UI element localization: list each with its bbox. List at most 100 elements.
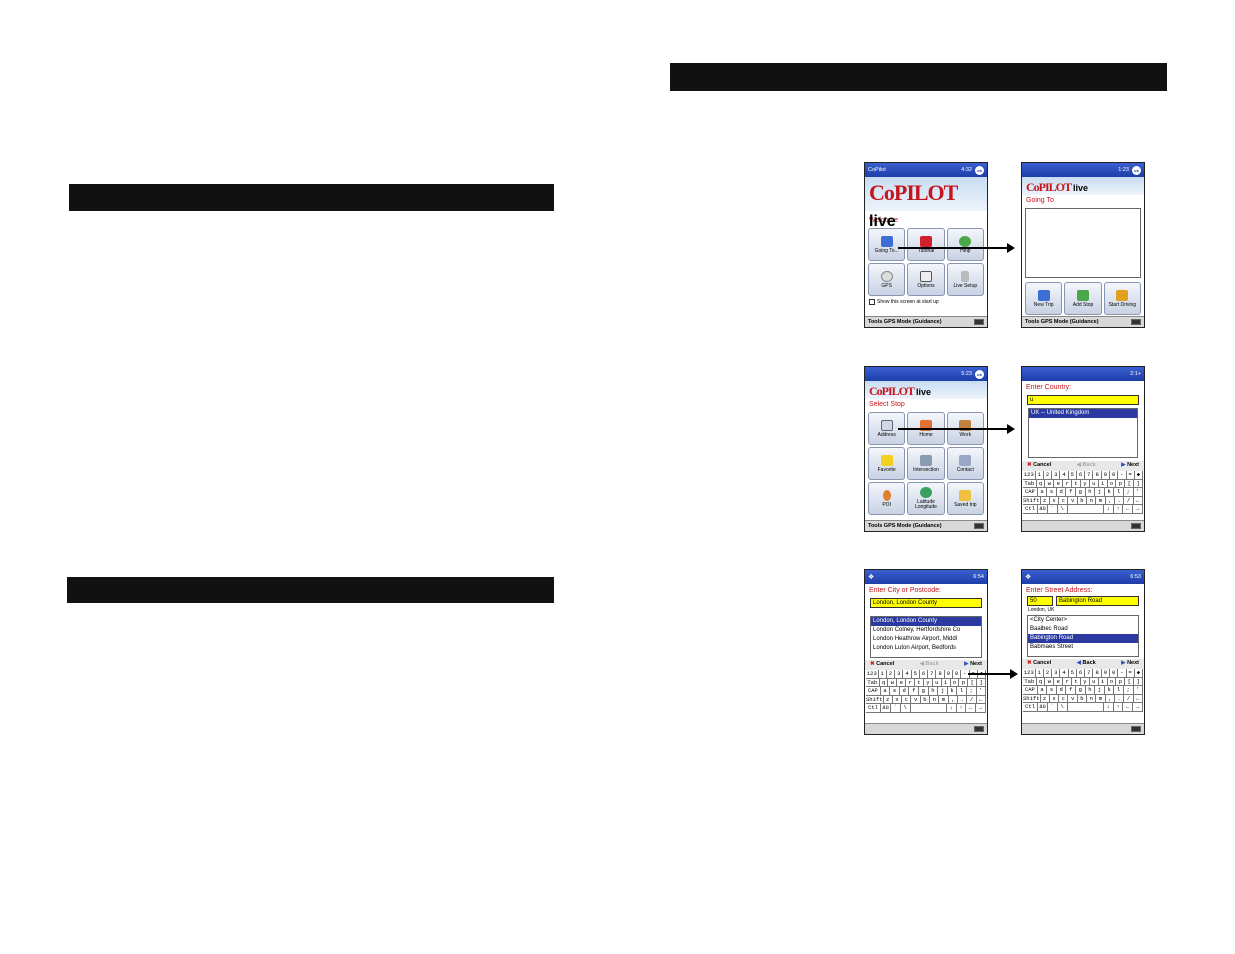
- keyboard-key[interactable]: y: [1081, 479, 1090, 487]
- keyboard-key[interactable]: o: [951, 678, 960, 686]
- ok-button[interactable]: ok: [975, 165, 984, 175]
- keyboard-key[interactable]: 2: [1044, 669, 1053, 677]
- keyboard-key[interactable]: 6: [1077, 669, 1086, 677]
- keyboard-key[interactable]: ;: [967, 687, 977, 695]
- keyboard-key[interactable]: z: [1041, 694, 1050, 702]
- keyboard-key[interactable]: Tab: [866, 678, 880, 686]
- keyboard-key[interactable]: Tab: [1023, 479, 1037, 487]
- keyboard-key[interactable]: `: [891, 704, 901, 712]
- add-stop-button[interactable]: Add Stop: [1064, 282, 1102, 315]
- keyboard-key[interactable]: j: [1095, 686, 1105, 694]
- keyboard-key[interactable]: Tab: [1023, 677, 1037, 685]
- keyboard-key[interactable]: 7: [1085, 669, 1094, 677]
- new-trip-button[interactable]: New Trip: [1025, 282, 1063, 315]
- list-item[interactable]: UK -- United Kingdom: [1029, 409, 1137, 418]
- keyboard-key[interactable]: k: [1105, 488, 1115, 496]
- keyboard-key[interactable]: y: [924, 678, 933, 686]
- keyboard-key[interactable]: n: [1087, 496, 1097, 504]
- keyboard-key[interactable]: CAP: [1023, 686, 1038, 694]
- keyboard-key[interactable]: 4: [1060, 471, 1069, 479]
- keyboard-key[interactable]: g: [1076, 488, 1086, 496]
- keyboard-key[interactable]: d: [1057, 488, 1067, 496]
- keyboard-key[interactable]: Ctl: [1023, 505, 1039, 513]
- cancel-button[interactable]: ✖ Cancel: [1027, 462, 1051, 470]
- keyboard-key[interactable]: ': [1134, 686, 1144, 694]
- keyboard-key[interactable]: r: [1063, 677, 1073, 685]
- keyboard-key[interactable]: n: [930, 695, 940, 703]
- keyboard-key[interactable]: 6: [920, 670, 929, 678]
- keyboard-key[interactable]: ,: [1106, 496, 1116, 504]
- keyboard-key[interactable]: ←: [1134, 694, 1143, 702]
- country-input[interactable]: u: [1027, 395, 1139, 405]
- keyboard-key[interactable]: b: [1078, 694, 1088, 702]
- keyboard-key[interactable]: 123: [866, 670, 879, 678]
- keyboard-key[interactable]: =: [1127, 669, 1135, 677]
- keyboard-key[interactable]: ,: [1106, 694, 1116, 702]
- country-list[interactable]: UK -- United Kingdom: [1028, 408, 1138, 458]
- keyboard-key[interactable]: i: [942, 678, 951, 686]
- keyboard-key[interactable]: ◆: [1135, 669, 1144, 677]
- keyboard-key[interactable]: áü: [881, 704, 891, 712]
- keyboard-key[interactable]: ↑: [1114, 703, 1124, 711]
- keyboard-key[interactable]: ↓: [1104, 703, 1114, 711]
- keyboard-key[interactable]: CAP: [866, 687, 881, 695]
- keyboard-key[interactable]: 8: [936, 670, 945, 678]
- keyboard-key[interactable]: v: [1068, 694, 1078, 702]
- keyboard-icon[interactable]: [1131, 726, 1141, 732]
- keyboard-key[interactable]: e: [1054, 479, 1064, 487]
- keyboard-key[interactable]: j: [938, 687, 948, 695]
- keyboard-key[interactable]: .: [958, 695, 968, 703]
- street-input[interactable]: Babington Road: [1056, 596, 1139, 606]
- cancel-button[interactable]: ✖ Cancel: [870, 661, 894, 669]
- keyboard-key[interactable]: a: [1038, 488, 1048, 496]
- keyboard-key[interactable]: c: [902, 695, 912, 703]
- keyboard-key[interactable]: /: [967, 695, 977, 703]
- keyboard-key[interactable]: ←: [1134, 496, 1143, 504]
- keyboard-key[interactable]: →: [1133, 505, 1144, 513]
- keyboard-key[interactable]: k: [1105, 686, 1115, 694]
- keyboard-key[interactable]: p: [959, 678, 969, 686]
- help-button[interactable]: Help: [946, 228, 984, 261]
- keyboard-key[interactable]: e: [897, 678, 907, 686]
- keyboard-key[interactable]: CAP: [1023, 488, 1038, 496]
- keyboard-key[interactable]: `: [1048, 505, 1058, 513]
- keyboard-key[interactable]: 9: [1102, 669, 1110, 677]
- list-item[interactable]: <City Center>: [1028, 616, 1138, 625]
- keyboard-key[interactable]: v: [911, 695, 921, 703]
- intersection-button[interactable]: Intersection: [907, 447, 945, 480]
- keyboard-key[interactable]: m: [1096, 496, 1106, 504]
- keyboard-key[interactable]: ↑: [1114, 505, 1124, 513]
- keyboard-key[interactable]: ↓: [947, 704, 957, 712]
- keyboard-key[interactable]: 0: [1110, 669, 1119, 677]
- favorite-button[interactable]: Favorite: [868, 447, 906, 480]
- list-item[interactable]: Babmaes Street: [1028, 643, 1138, 652]
- next-button[interactable]: ▶ Next: [1121, 462, 1139, 470]
- keyboard-key[interactable]: m: [939, 695, 949, 703]
- keyboard-key[interactable]: Ctl: [1023, 703, 1039, 711]
- keyboard-key[interactable]: x: [1050, 694, 1060, 702]
- keyboard-key[interactable]: q: [1037, 677, 1046, 685]
- keyboard-key[interactable]: w: [1045, 677, 1055, 685]
- keyboard-key[interactable]: 5: [1069, 669, 1077, 677]
- keyboard-key[interactable]: ;: [1124, 488, 1134, 496]
- city-input[interactable]: London, London County: [870, 598, 982, 608]
- keyboard-key[interactable]: 123: [1023, 471, 1036, 479]
- keyboard-key[interactable]: ]: [1134, 479, 1144, 487]
- keyboard-key[interactable]: ←: [966, 704, 977, 712]
- start-driving-button[interactable]: Start Driving: [1103, 282, 1141, 315]
- keyboard-key[interactable]: w: [888, 678, 898, 686]
- next-button[interactable]: ▶ Next: [964, 661, 982, 669]
- keyboard-key[interactable]: l: [1114, 686, 1124, 694]
- keyboard-key[interactable]: →: [1133, 703, 1144, 711]
- keyboard-key[interactable]: r: [1063, 479, 1073, 487]
- keyboard-key[interactable]: áü: [1038, 505, 1048, 513]
- keyboard-key[interactable]: y: [1081, 677, 1090, 685]
- keyboard-key[interactable]: h: [1086, 488, 1096, 496]
- keyboard-key[interactable]: /: [1124, 694, 1134, 702]
- keyboard-key[interactable]: w: [1045, 479, 1055, 487]
- keyboard-icon[interactable]: [974, 726, 984, 732]
- list-item[interactable]: London Colney, Hertfordshire Co: [871, 626, 981, 635]
- keyboard-key[interactable]: f: [1066, 686, 1077, 694]
- keyboard-key[interactable]: o: [1108, 677, 1117, 685]
- keyboard-key[interactable]: ]: [1134, 677, 1144, 685]
